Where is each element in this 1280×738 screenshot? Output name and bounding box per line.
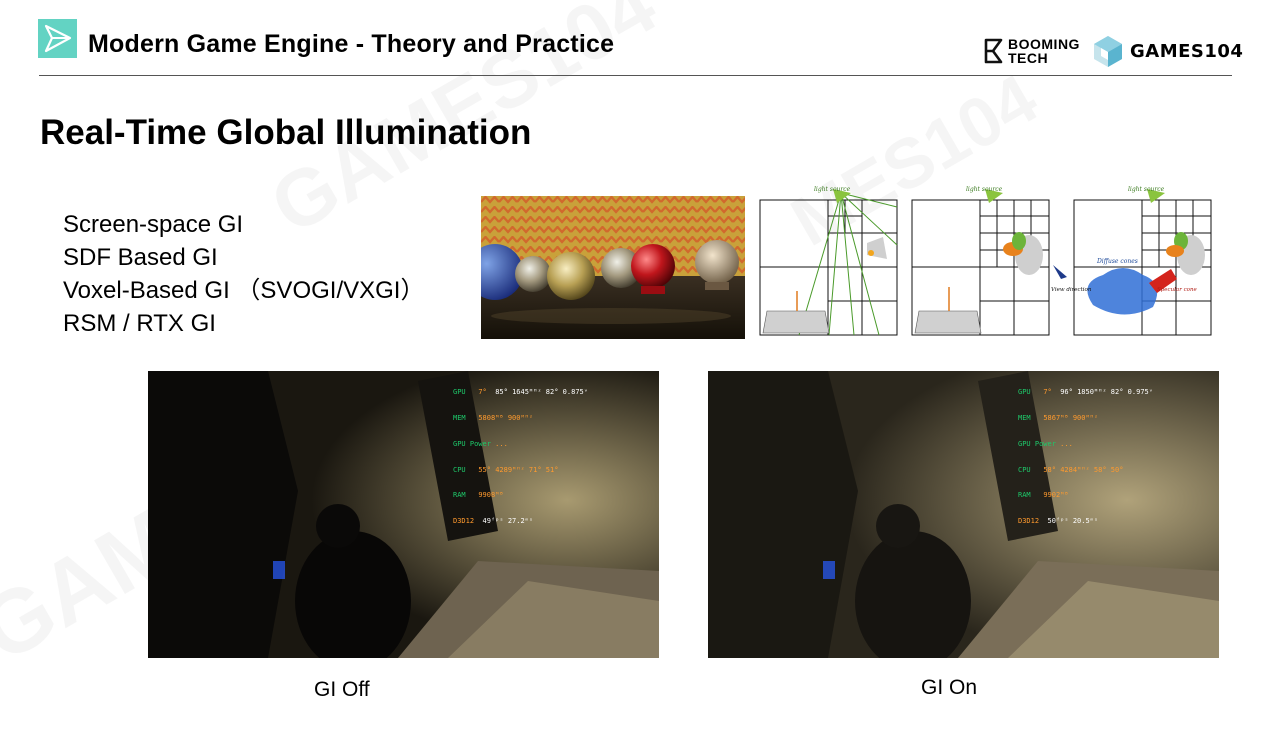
booming-line1: BOOMING <box>1008 36 1080 52</box>
bullet-item: Screen-space GI <box>63 211 244 238</box>
gi-on-caption: GI On <box>921 676 978 699</box>
games104-cube-icon <box>1094 36 1122 67</box>
perf-overlay: GPU 7° 96° 1850ᴹᴴᶻ 82° 0.975ᵛ MEM 5867ᴹᴮ… <box>1018 388 1153 526</box>
perf-overlay: GPU 7° 85° 1645ᴹᴴᶻ 82° 0.875ᵛ MEM 5808ᴹᴮ… <box>453 388 588 526</box>
gi-on-screenshot: GPU 7° 96° 1850ᴹᴴᶻ 82° 0.975ᵛ MEM 5867ᴹᴮ… <box>708 371 1219 658</box>
diffuse-cones-label: Diffuse cones <box>1096 258 1138 265</box>
gi-off-screenshot: GPU 7° 85° 1645ᴹᴴᶻ 82° 0.875ᵛ MEM 5808ᴹᴮ… <box>148 371 659 658</box>
reflective-spheres-image <box>481 196 745 339</box>
booming-line2: TECH <box>1008 50 1049 66</box>
gi-off-caption: GI Off <box>314 678 370 701</box>
bullet-item: RSM / RTX GI <box>63 310 216 337</box>
light-source-label: light source <box>966 186 1003 193</box>
booming-tech-logo-icon <box>984 38 1003 64</box>
games104-logo: GAMES104 <box>1092 34 1243 68</box>
bullet-item: SDF Based GI <box>63 244 218 271</box>
light-source-label: light source <box>1128 186 1165 193</box>
header-title: Modern Game Engine - Theory and Practice <box>88 30 615 58</box>
games104-text: GAMES104 <box>1130 40 1244 62</box>
bullet-list: Screen-space GI SDF Based GI Voxel-Based… <box>63 208 424 340</box>
specular-cone-label: Specular cone <box>1157 287 1198 293</box>
bullet-item: Voxel-Based GI （SVOGI/VXGI） <box>63 277 425 304</box>
view-direction-label: View direction <box>1051 287 1092 293</box>
course-logo-icon <box>38 19 77 58</box>
booming-tech-logo: BOOMING TECH <box>983 37 1080 65</box>
cone-tracing-diagrams: light source light source light source D… <box>759 183 1219 339</box>
slide-title: Real-Time Global Illumination <box>40 113 532 152</box>
header-divider <box>39 75 1232 76</box>
light-source-label: light source <box>814 186 851 193</box>
